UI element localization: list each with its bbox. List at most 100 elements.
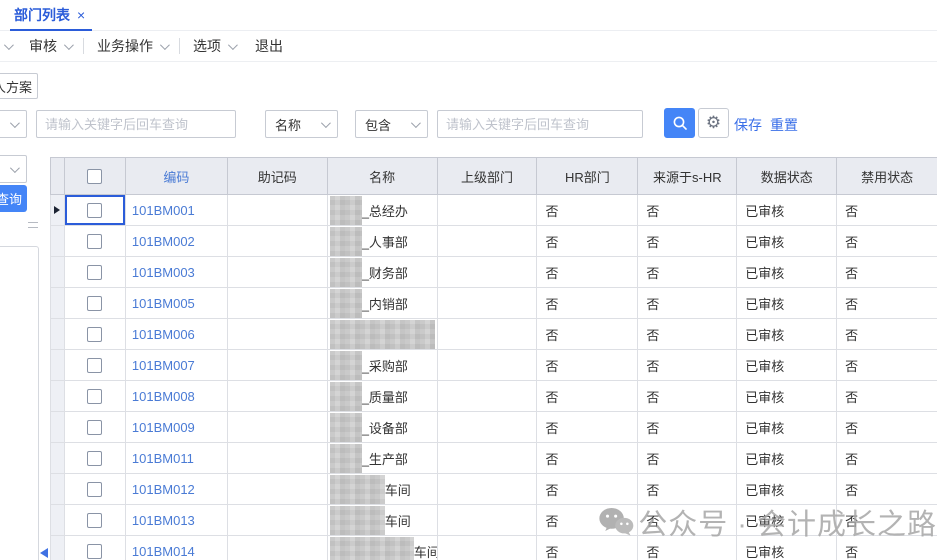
cell-mnemonic — [228, 505, 328, 536]
code-link[interactable]: 101BM014 — [132, 544, 195, 559]
cell-disabled-status: 否 — [837, 226, 937, 257]
cell-mnemonic — [228, 536, 328, 560]
table-row: 101BM008 _质量部 否 否 已审核 否 — [50, 381, 937, 412]
code-link[interactable]: 101BM009 — [132, 420, 195, 435]
code-link[interactable]: 101BM008 — [132, 389, 195, 404]
collapse-panel-icon[interactable] — [40, 548, 48, 558]
field-select[interactable]: 名称 — [265, 110, 338, 138]
header-data-status[interactable]: 数据状态 — [737, 158, 837, 195]
settings-button[interactable]: ⚙ — [698, 108, 729, 138]
scheme-select[interactable] — [0, 110, 27, 138]
cell-source: 否 — [638, 226, 737, 257]
row-indicator-cell — [51, 257, 65, 288]
row-checkbox[interactable] — [87, 265, 102, 280]
row-checkbox[interactable] — [87, 389, 102, 404]
header-hr-dept[interactable]: HR部门 — [537, 158, 638, 195]
chevron-down-icon — [64, 40, 74, 50]
operator-select[interactable]: 包含 — [355, 110, 428, 138]
row-checkbox[interactable] — [87, 358, 102, 373]
code-link[interactable]: 101BM013 — [132, 513, 195, 528]
cell-code: 101BM012 — [126, 474, 228, 505]
menu-item-exit[interactable]: 退出 — [255, 36, 283, 56]
row-checkbox[interactable] — [87, 203, 102, 218]
code-link[interactable]: 101BM012 — [132, 482, 195, 497]
row-checkbox[interactable] — [87, 513, 102, 528]
row-checkbox-cell[interactable] — [65, 350, 126, 381]
select-all-checkbox[interactable] — [87, 169, 102, 184]
keyword-input[interactable] — [36, 110, 236, 138]
panel-grip-icon[interactable] — [28, 222, 38, 228]
code-link[interactable]: 101BM011 — [132, 451, 194, 466]
cell-parent-dept — [438, 350, 538, 381]
header-source[interactable]: 来源于s-HR — [638, 158, 737, 195]
name-redaction — [330, 413, 362, 442]
table-body: 101BM001 _总经办 否 否 已审核 否 101BM002 — [50, 195, 937, 560]
row-checkbox-cell[interactable] — [65, 288, 126, 319]
row-indicator-cell — [51, 443, 65, 474]
name-redaction — [330, 444, 362, 473]
tab-department-list[interactable]: 部门列表 × — [10, 0, 89, 30]
row-checkbox[interactable] — [87, 234, 102, 249]
row-checkbox-cell[interactable] — [65, 195, 126, 226]
row-checkbox-cell[interactable] — [65, 443, 126, 474]
row-checkbox[interactable] — [87, 544, 102, 559]
code-link[interactable]: 101BM003 — [132, 265, 195, 280]
row-checkbox-cell[interactable] — [65, 536, 126, 560]
row-checkbox[interactable] — [87, 420, 102, 435]
header-mnemonic[interactable]: 助记码 — [228, 158, 328, 195]
name-text: 车间 — [385, 480, 411, 499]
row-checkbox[interactable] — [87, 482, 102, 497]
menu-item-audit[interactable]: 审核 — [29, 36, 71, 56]
row-checkbox-cell[interactable] — [65, 505, 126, 536]
code-link[interactable]: 101BM007 — [132, 358, 195, 373]
keyword-input-2[interactable] — [437, 110, 643, 138]
cell-name — [328, 319, 438, 350]
row-checkbox[interactable] — [87, 327, 102, 342]
menu-item-options[interactable]: 选项 — [193, 36, 235, 56]
chevron-down-icon — [160, 40, 170, 50]
code-link[interactable]: 101BM005 — [132, 296, 195, 311]
row-checkbox[interactable] — [87, 296, 102, 311]
cell-data-status: 已审核 — [737, 505, 837, 536]
search-button[interactable] — [664, 108, 695, 138]
code-link[interactable]: 101BM002 — [132, 234, 195, 249]
row-checkbox-cell[interactable] — [65, 412, 126, 443]
tree-filter-select[interactable] — [0, 155, 27, 183]
row-checkbox-cell[interactable] — [65, 474, 126, 505]
save-link[interactable]: 保存 — [734, 115, 762, 135]
row-checkbox[interactable] — [87, 451, 102, 466]
cell-parent-dept — [438, 288, 538, 319]
header-code[interactable]: 编码 — [126, 158, 228, 195]
header-disabled-status[interactable]: 禁用状态 — [837, 158, 937, 195]
cell-data-status: 已审核 — [737, 443, 837, 474]
header-checkbox-cell[interactable] — [65, 158, 126, 195]
row-checkbox-cell[interactable] — [65, 381, 126, 412]
code-link[interactable]: 101BM001 — [132, 203, 195, 218]
name-redaction — [330, 382, 362, 411]
chevron-down-icon[interactable] — [4, 40, 14, 50]
chevron-down-icon — [411, 118, 421, 128]
cell-disabled-status: 否 — [837, 288, 937, 319]
row-indicator-cell — [51, 319, 65, 350]
cell-data-status: 已审核 — [737, 474, 837, 505]
query-button[interactable]: 查询 — [0, 185, 27, 212]
scheme-button[interactable]: 人方案 — [0, 73, 38, 99]
tab-close-icon[interactable]: × — [77, 8, 85, 22]
row-checkbox-cell[interactable] — [65, 319, 126, 350]
tab-title: 部门列表 — [14, 0, 70, 30]
menu-item-business-ops[interactable]: 业务操作 — [97, 36, 167, 56]
header-name[interactable]: 名称 — [328, 158, 438, 195]
header-parent-dept[interactable]: 上级部门 — [438, 158, 538, 195]
cell-source: 否 — [638, 257, 737, 288]
reset-link[interactable]: 重置 — [770, 115, 798, 135]
cell-code: 101BM005 — [126, 288, 228, 319]
row-checkbox-cell[interactable] — [65, 226, 126, 257]
row-checkbox-cell[interactable] — [65, 257, 126, 288]
name-text: _财务部 — [362, 263, 408, 282]
code-link[interactable]: 101BM006 — [132, 327, 195, 342]
cell-disabled-status: 否 — [837, 505, 937, 536]
cell-data-status: 已审核 — [737, 350, 837, 381]
search-icon — [672, 115, 688, 131]
cell-disabled-status: 否 — [837, 350, 937, 381]
cell-mnemonic — [228, 443, 328, 474]
